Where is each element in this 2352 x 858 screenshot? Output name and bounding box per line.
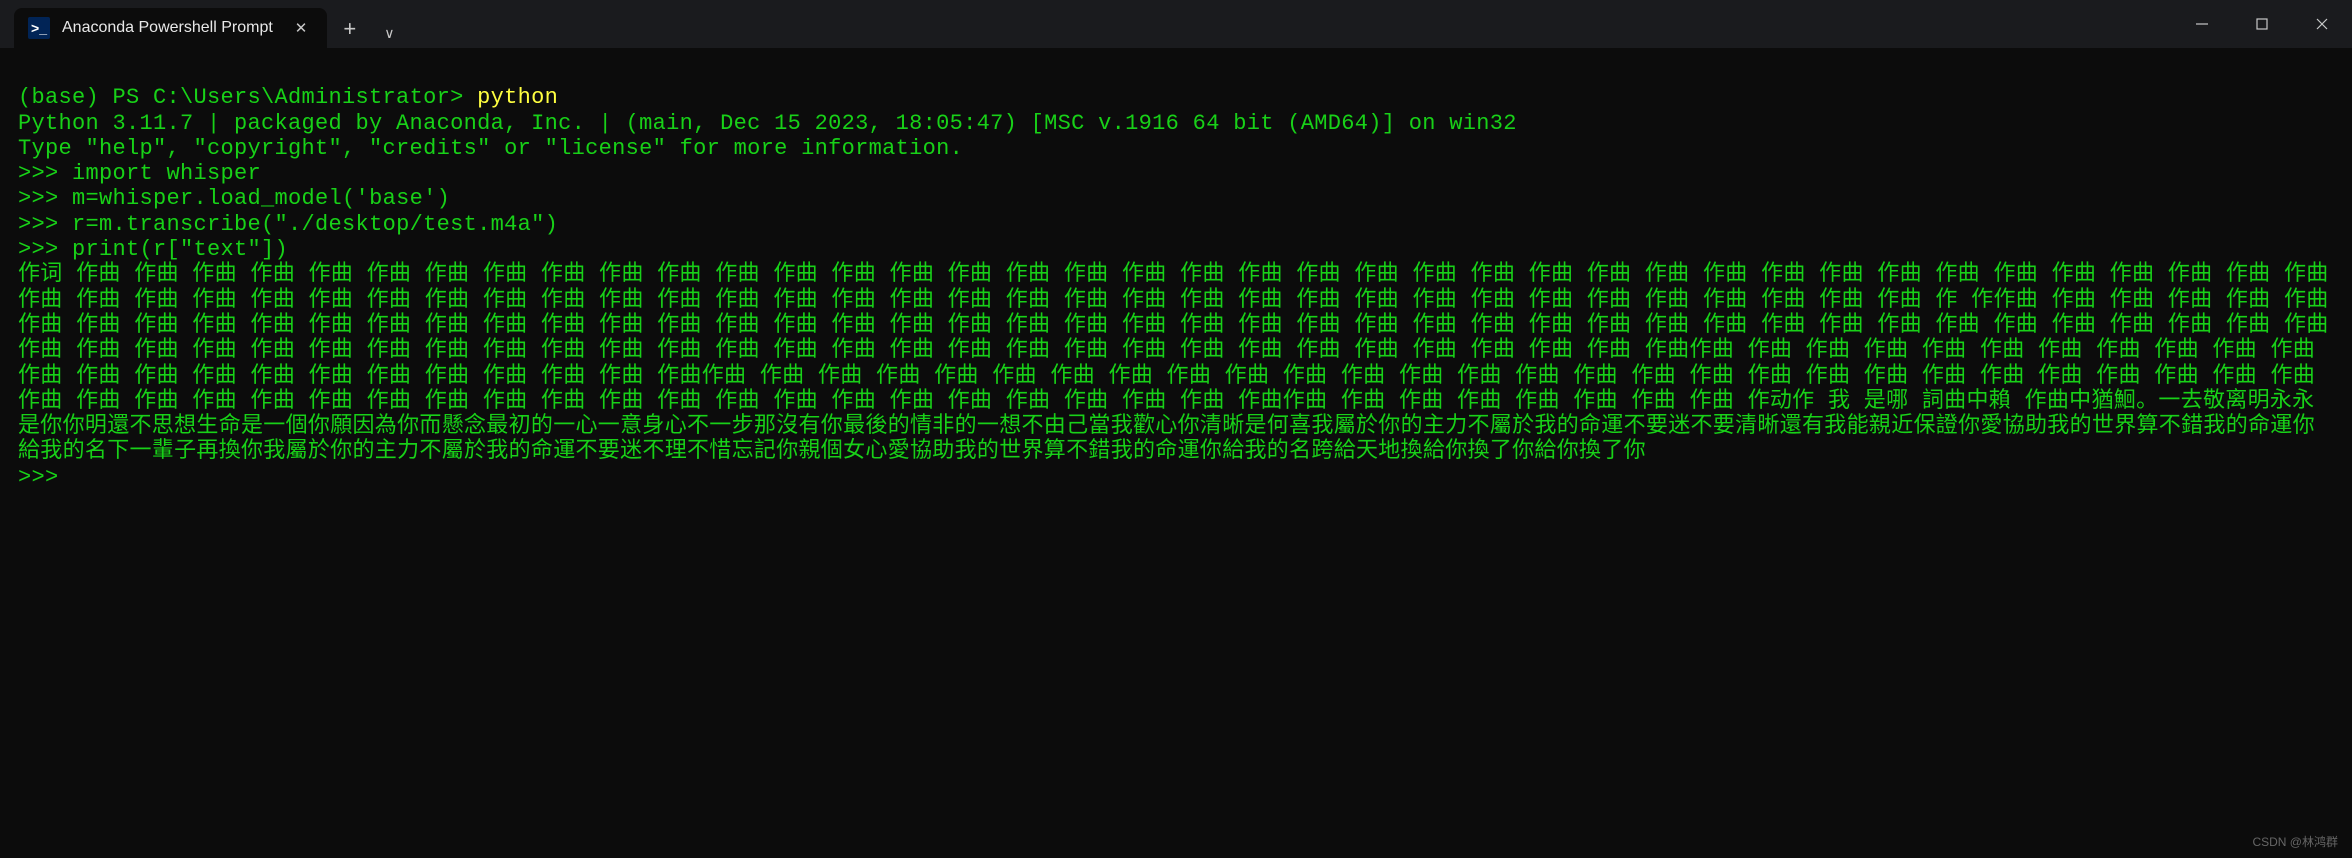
ps-prompt-path: PS C:\Users\Administrator> [113, 85, 478, 110]
tab-title: Anaconda Powershell Prompt [62, 19, 273, 37]
python-cmd-print: print(r["text"]) [72, 237, 288, 262]
repl-prompt-final: >>> [18, 465, 72, 490]
close-window-button[interactable] [2292, 0, 2352, 48]
python-header-1: Python 3.11.7 | packaged by Anaconda, In… [18, 111, 1517, 136]
transcription-output: 作词 作曲 作曲 作曲 作曲 作曲 作曲 作曲 作曲 作曲 作曲 作曲 作曲 作… [18, 262, 2342, 464]
active-tab[interactable]: >_ Anaconda Powershell Prompt ✕ [14, 8, 327, 48]
python-cmd-import: import whisper [72, 161, 261, 186]
python-cmd-load-model: m=whisper.load_model('base') [72, 186, 450, 211]
tab-dropdown-button[interactable]: ∨ [372, 19, 406, 48]
repl-prompt: >>> [18, 212, 72, 237]
python-header-2: Type "help", "copyright", "credits" or "… [18, 136, 963, 161]
new-tab-button[interactable]: + [327, 10, 372, 48]
window-controls [2172, 0, 2352, 48]
tab-strip: >_ Anaconda Powershell Prompt ✕ + ∨ [0, 0, 406, 48]
repl-prompt: >>> [18, 186, 72, 211]
repl-prompt: >>> [18, 237, 72, 262]
terminal-content[interactable]: (base) PS C:\Users\Administrator> python… [0, 48, 2352, 502]
shell-command: python [477, 85, 558, 110]
maximize-button[interactable] [2232, 0, 2292, 48]
ps-prompt-env: (base) [18, 85, 113, 110]
powershell-icon: >_ [28, 17, 50, 39]
repl-prompt: >>> [18, 161, 72, 186]
close-tab-button[interactable]: ✕ [289, 15, 314, 41]
watermark: CSDN @林鸿群 [2252, 833, 2338, 850]
minimize-button[interactable] [2172, 0, 2232, 48]
python-cmd-transcribe: r=m.transcribe("./desktop/test.m4a") [72, 212, 558, 237]
titlebar: >_ Anaconda Powershell Prompt ✕ + ∨ [0, 0, 2352, 48]
